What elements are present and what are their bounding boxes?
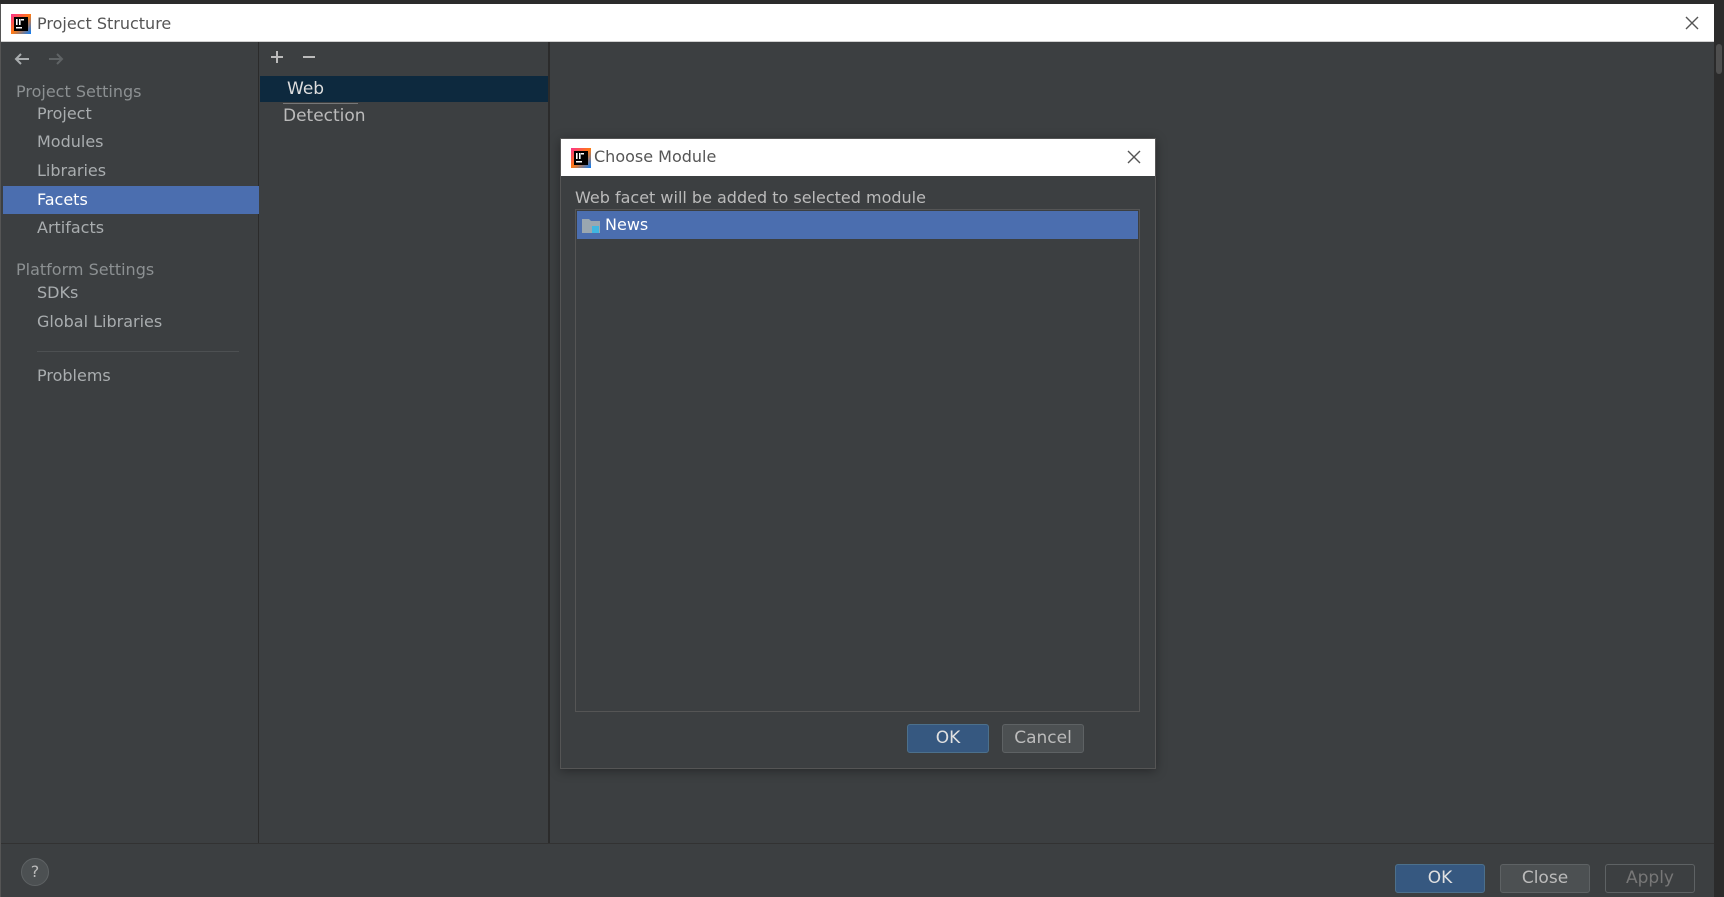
- sidebar: Project Settings Project Modules Librari…: [1, 42, 259, 843]
- plus-icon[interactable]: [268, 48, 286, 66]
- sidebar-item-modules[interactable]: Modules: [3, 128, 259, 156]
- sidebar-item-facets[interactable]: Facets: [3, 186, 259, 214]
- close-button[interactable]: Close: [1500, 864, 1590, 893]
- section-project-settings: Project Settings: [16, 82, 142, 101]
- sidebar-item-problems[interactable]: Problems: [3, 362, 259, 390]
- dialog-title-bar: Choose Module: [561, 139, 1155, 176]
- intellij-icon: [571, 148, 591, 168]
- module-name: News: [605, 215, 649, 234]
- dialog-title: Choose Module: [594, 147, 717, 166]
- footer-bar: ? OK Close Apply: [1, 843, 1715, 897]
- sidebar-item-project[interactable]: Project: [3, 100, 259, 128]
- module-folder-icon: [582, 219, 600, 233]
- sidebar-item-global-libraries[interactable]: Global Libraries: [3, 308, 259, 336]
- minus-icon[interactable]: [300, 48, 318, 66]
- window-title: Project Structure: [37, 14, 172, 33]
- outer-scrollbar-thumb[interactable]: [1716, 44, 1722, 74]
- intellij-icon: [11, 14, 31, 34]
- dialog-ok-button[interactable]: OK: [907, 724, 989, 753]
- sidebar-item-sdks[interactable]: SDKs: [3, 279, 259, 307]
- section-platform-settings: Platform Settings: [16, 260, 155, 279]
- choose-module-dialog: Choose Module Web facet will be added to…: [560, 138, 1156, 769]
- close-icon[interactable]: [1125, 148, 1143, 166]
- arrow-right-icon[interactable]: [45, 50, 67, 68]
- facets-panel: Web Detection: [260, 42, 550, 843]
- help-button[interactable]: ?: [21, 858, 49, 886]
- arrow-left-icon[interactable]: [11, 50, 33, 68]
- close-icon[interactable]: [1682, 13, 1702, 33]
- outer-scrollbar[interactable]: [1714, 4, 1724, 897]
- dialog-label: Web facet will be added to selected modu…: [575, 188, 926, 207]
- dialog-cancel-button[interactable]: Cancel: [1002, 724, 1084, 753]
- facets-toolbar: [268, 48, 318, 66]
- sidebar-item-artifacts[interactable]: Artifacts: [3, 214, 259, 242]
- sidebar-divider: [37, 351, 239, 352]
- sidebar-item-libraries[interactable]: Libraries: [3, 157, 259, 185]
- apply-button[interactable]: Apply: [1605, 864, 1695, 893]
- nav-arrows: [11, 50, 67, 68]
- facet-item-underline: [283, 103, 358, 104]
- title-bar: Project Structure: [1, 4, 1714, 42]
- facet-item-detection[interactable]: Detection: [260, 103, 548, 129]
- facet-item-web[interactable]: Web: [260, 76, 548, 102]
- module-item-news[interactable]: News: [577, 211, 1138, 239]
- ok-button[interactable]: OK: [1395, 864, 1485, 893]
- module-list: News: [575, 209, 1140, 712]
